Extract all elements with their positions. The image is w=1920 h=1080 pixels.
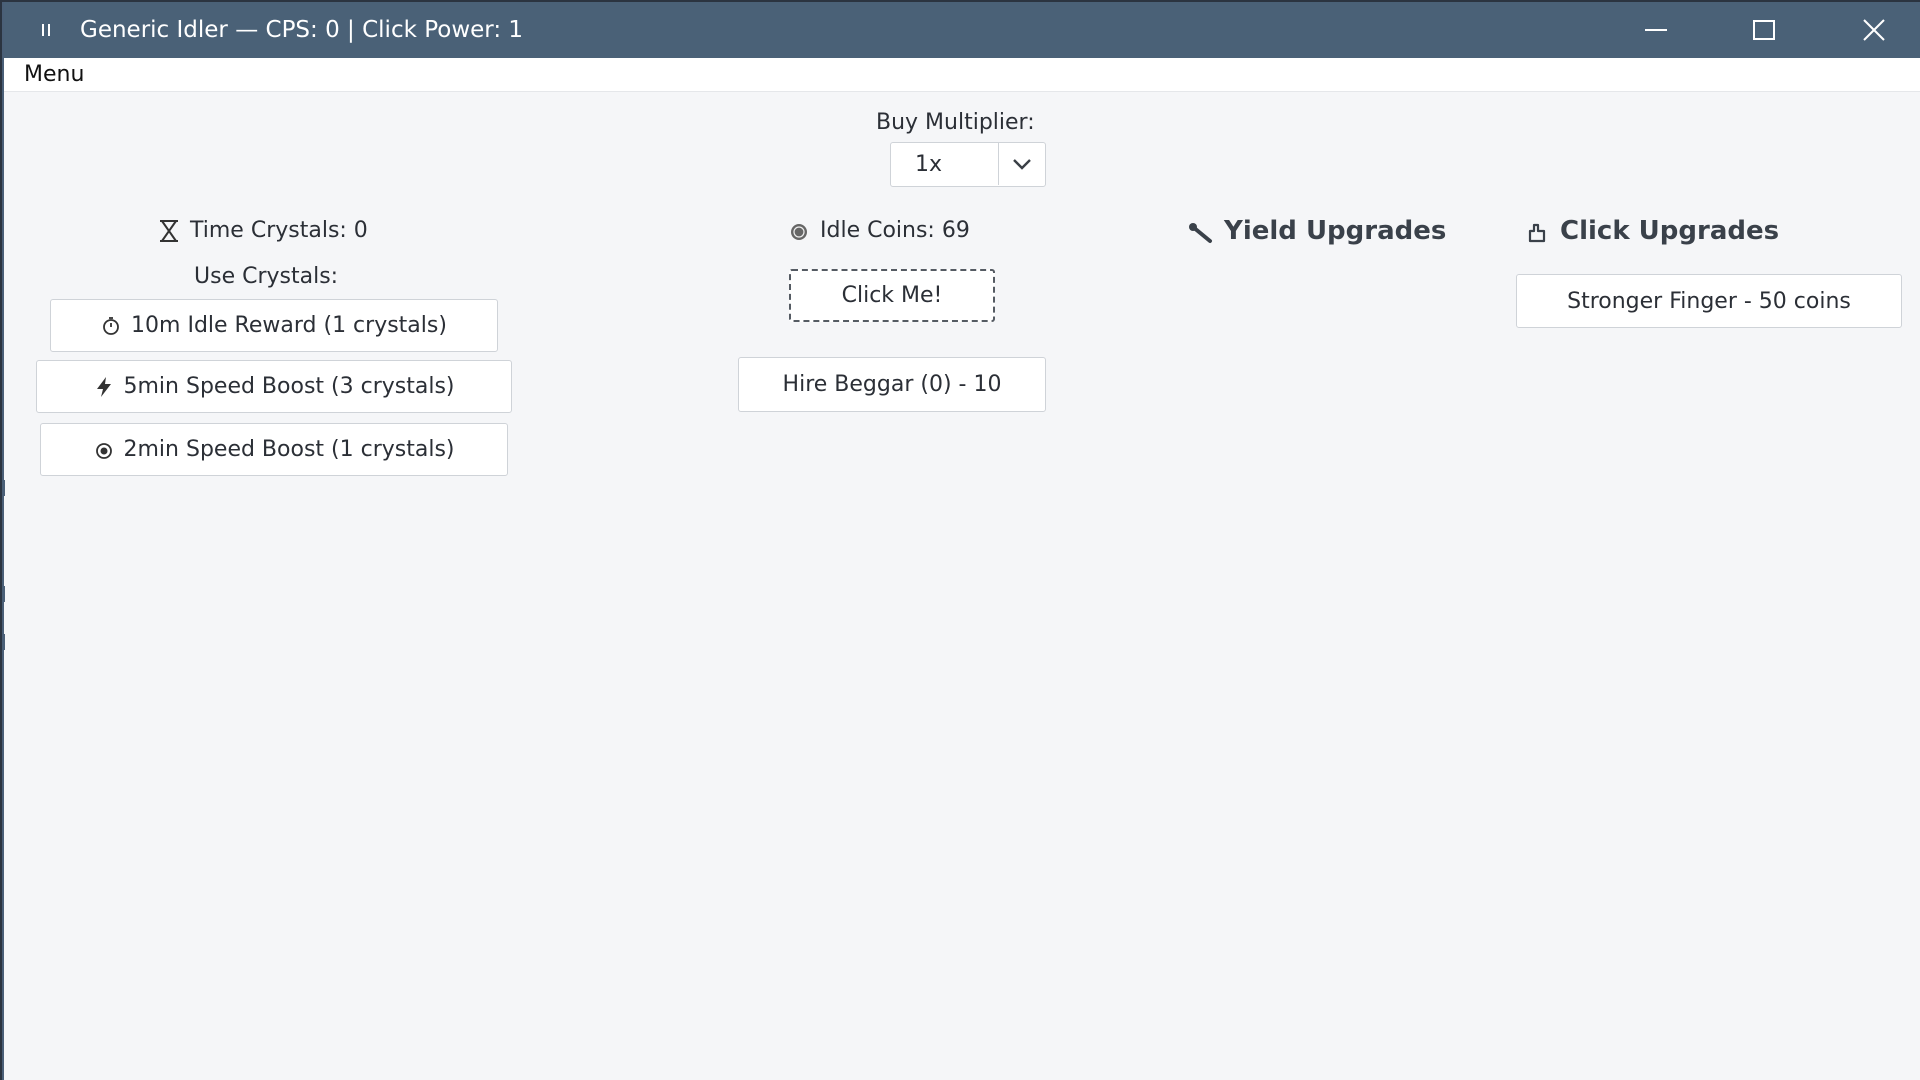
window-edge-mark: [2, 586, 5, 602]
time-crystals-text: Time Crystals: 0: [190, 218, 368, 243]
minimize-icon: [1645, 29, 1667, 31]
dropdown-toggle[interactable]: [998, 143, 1045, 185]
click-upgrades-text: Click Upgrades: [1560, 216, 1780, 246]
window-edge-mark: [2, 634, 5, 650]
hourglass-icon: [158, 219, 180, 243]
idle-reward-button[interactable]: 10m Idle Reward (1 crystals): [50, 299, 498, 352]
stopwatch-icon: [101, 316, 121, 336]
stronger-finger-button[interactable]: Stronger Finger - 50 coins: [1516, 274, 1902, 328]
menu-bar: Menu: [4, 58, 1920, 92]
app-window: Generic Idler — CPS: 0 | Click Power: 1 …: [2, 2, 1920, 1080]
close-icon: [1863, 19, 1885, 41]
menu-item-menu[interactable]: Menu: [24, 62, 84, 88]
idle-reward-label: 10m Idle Reward (1 crystals): [131, 313, 447, 338]
snail-icon: [94, 440, 114, 460]
close-button[interactable]: [1842, 8, 1906, 52]
coin-icon: [788, 220, 810, 242]
chevron-down-icon: [1013, 159, 1031, 170]
hire-beggar-button[interactable]: Hire Beggar (0) - 10: [738, 357, 1046, 412]
maximize-button[interactable]: [1732, 8, 1796, 52]
idle-coins-text: Idle Coins: 69: [820, 218, 970, 243]
window-title: Generic Idler — CPS: 0 | Click Power: 1: [80, 17, 524, 43]
use-crystals-label: Use Crystals:: [194, 264, 339, 289]
lightning-icon: [94, 376, 114, 398]
speed-boost-5min-label: 5min Speed Boost (3 crystals): [123, 374, 455, 399]
time-crystals-label: Time Crystals: 0: [158, 218, 368, 244]
buy-multiplier-value: 1x: [915, 152, 943, 177]
window-edge-mark: [2, 480, 5, 496]
buy-multiplier-select[interactable]: 1x: [890, 142, 1046, 187]
yield-upgrades-heading: Yield Upgrades: [1188, 216, 1446, 246]
wrench-icon: [1188, 219, 1214, 245]
yield-upgrades-text: Yield Upgrades: [1224, 216, 1447, 246]
speed-boost-2min-button[interactable]: 2min Speed Boost (1 crystals): [40, 423, 508, 476]
click-me-button[interactable]: Click Me!: [789, 269, 995, 322]
speed-boost-2min-label: 2min Speed Boost (1 crystals): [123, 437, 455, 462]
pointing-hand-icon: [1524, 219, 1550, 245]
maximize-icon: [1753, 20, 1775, 40]
buy-multiplier-label: Buy Multiplier:: [876, 110, 1035, 135]
click-upgrades-heading: Click Upgrades: [1524, 216, 1779, 246]
speed-boost-5min-button[interactable]: 5min Speed Boost (3 crystals): [36, 360, 512, 413]
idle-coins-label: Idle Coins: 69: [788, 218, 970, 244]
minimize-button[interactable]: [1624, 8, 1688, 52]
title-bar[interactable]: Generic Idler — CPS: 0 | Click Power: 1: [4, 2, 1920, 58]
pause-icon[interactable]: [34, 18, 58, 42]
